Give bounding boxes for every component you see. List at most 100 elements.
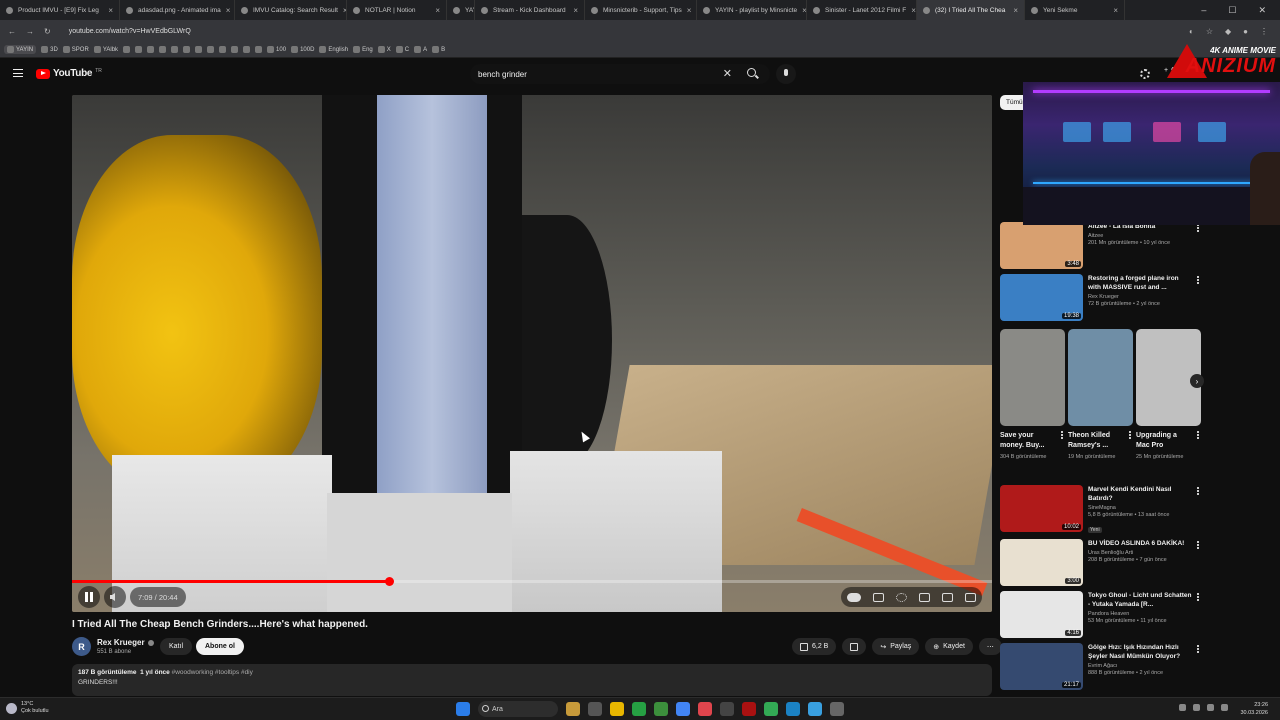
recommended-channel[interactable]: Evrim Ağacı [1088,663,1193,669]
short-item[interactable]: Upgrading a Mac Pro 25 Mn görüntüleme [1136,329,1201,461]
recommended-title[interactable]: Tokyo Ghoul - Licht und Schatten - Yutak… [1088,591,1193,609]
bookmark-item[interactable]: SPOR [62,46,89,53]
share-button[interactable]: ↪ Paylaş [872,638,920,655]
bookmark-icon[interactable] [135,46,143,53]
recommended-channel[interactable]: Uras Benlioğlu Arti [1088,550,1193,556]
browser-tab[interactable]: Minsnicterib - Support, Tips × [585,0,697,20]
url-field[interactable]: youtube.com/watch?v=HwVEdbGLWrQ [69,28,191,35]
close-tab-icon[interactable]: × [911,6,916,15]
save-button[interactable]: ⊕ Kaydet [925,638,973,655]
hashtags[interactable]: #woodworking #tooltips #diy [172,669,253,676]
start-icon[interactable] [456,702,470,716]
recommended-video[interactable]: 21:17 Gölge Hızı: Işık Hızından Hızlı Şey… [1000,643,1205,691]
translate-icon[interactable]: ◐ [1189,27,1194,36]
back-icon[interactable]: ← [8,27,16,36]
video-thumbnail[interactable]: 3:00 [1000,539,1083,586]
more-options-icon[interactable] [1129,431,1131,439]
bookmark-icon[interactable] [123,46,131,53]
video-thumbnail[interactable]: 21:17 [1000,643,1083,690]
close-tab-icon[interactable]: × [435,6,440,15]
browser-tab[interactable]: YAYIN [447,0,475,20]
close-tab-icon[interactable]: × [1013,6,1018,15]
recommended-video[interactable]: 19:38 Restoring a forged plane iron with … [1000,274,1205,322]
recommended-channel[interactable]: Aitzee [1088,233,1193,239]
weather-widget[interactable]: 13°C Çok bulutlu [6,701,49,715]
more-options-icon[interactable] [1197,487,1199,495]
bookmark-item[interactable]: X [377,46,391,53]
extensions-icon[interactable]: ◆ [1225,27,1231,36]
xbox-icon[interactable] [654,702,668,716]
video-thumbnail[interactable]: 10:02 [1000,485,1083,532]
channel-name[interactable]: Rex Krueger [97,638,154,647]
short-title[interactable]: Save your money. Buy... [1000,431,1056,451]
settings-icon[interactable] [1140,69,1150,79]
more-options-icon[interactable] [1197,224,1199,232]
bookmark-star-icon[interactable]: ☆ [1206,27,1213,36]
more-options-icon[interactable] [1197,431,1199,439]
app-icon[interactable] [764,702,778,716]
minimize-icon[interactable]: – [1201,5,1206,16]
browser-tab[interactable]: Sinister - Lanet 2012 Filmi F × [807,0,917,20]
like-button[interactable]: 6,2 B [792,638,837,655]
video-thumbnail[interactable]: 3:48 [1000,222,1083,269]
dislike-button[interactable] [842,638,867,655]
bookmark-icon[interactable] [159,46,167,53]
speaker-icon[interactable] [1207,704,1214,711]
bookmark-item[interactable]: B [432,46,445,53]
subtitles-icon[interactable] [873,592,884,602]
chevron-up-icon[interactable] [1179,704,1186,711]
browser-tab[interactable]: (32) I Tried All The Chea × [917,0,1025,20]
maximize-icon[interactable]: ☐ [1228,5,1236,16]
more-actions-button[interactable]: ⋯ [978,638,1002,655]
channel-avatar[interactable]: R [72,637,91,656]
subscribe-button[interactable]: Abone ol [196,638,244,655]
close-window-icon[interactable]: ✕ [1258,5,1266,16]
file-explorer-icon[interactable] [610,702,624,716]
bookmark-icon[interactable] [147,46,155,53]
short-thumbnail[interactable] [1000,329,1065,426]
widgets-icon[interactable] [566,702,580,716]
pause-button[interactable] [78,586,100,608]
browser-tab[interactable]: IMVU Catalog: Search Result× [235,0,347,20]
more-options-icon[interactable] [1061,431,1063,439]
close-tab-icon[interactable]: × [687,6,692,15]
recommended-title[interactable]: Gölge Hızı: Işık Hızından Hızlı Şeyler N… [1088,643,1193,661]
more-options-icon[interactable] [1197,645,1199,653]
miniplayer-icon[interactable] [919,592,930,602]
bookmark-icon[interactable] [183,46,191,53]
fullscreen-icon[interactable] [965,592,976,602]
clear-search-icon[interactable]: ✕ [723,67,732,80]
short-thumbnail[interactable] [1068,329,1133,426]
video-thumbnail[interactable]: 19:38 [1000,274,1083,321]
recommended-title[interactable]: BU VİDEO ASLINDA 6 DAKİKA! [1088,539,1193,548]
more-options-icon[interactable] [1197,541,1199,549]
bookmark-item[interactable]: English [319,46,348,53]
recommended-channel[interactable]: SineMagna [1088,505,1193,511]
bookmark-item[interactable]: 100D [291,46,314,53]
close-tab-icon[interactable]: × [108,6,113,15]
video-player[interactable]: 7:09 / 20:44 [72,95,992,612]
close-tab-icon[interactable]: × [1113,6,1118,15]
bookmark-icon[interactable] [207,46,215,53]
bookmark-icon[interactable] [243,46,251,53]
bookmark-item[interactable]: A [414,46,427,53]
more-options-icon[interactable] [1197,593,1199,601]
browser-tab[interactable]: Yeni Sekme × [1025,0,1125,20]
close-tab-icon[interactable]: × [573,6,578,15]
short-item[interactable]: Theon Killed Ramsey's ... 19 Mn görüntüle… [1068,329,1133,461]
short-title[interactable]: Upgrading a Mac Pro [1136,431,1192,451]
reload-icon[interactable]: ↻ [44,27,51,36]
autoplay-toggle-icon[interactable] [847,592,861,602]
terminal-icon[interactable] [720,702,734,716]
spotify-icon[interactable] [632,702,646,716]
player-settings-icon[interactable] [896,592,907,602]
recommended-title[interactable]: Restoring a forged plane iron with MASSI… [1088,274,1193,292]
video-thumbnail[interactable]: 4:16 [1000,591,1083,638]
short-title[interactable]: Theon Killed Ramsey's ... [1068,431,1124,451]
forward-icon[interactable]: → [26,27,34,36]
bookmark-item[interactable]: YAlbk [93,46,118,53]
bookmark-icon[interactable] [231,46,239,53]
recommended-video[interactable]: 10:02 Marvel Kendi Kendini Nasıl Batırdı?… [1000,485,1205,533]
browser-tab[interactable]: Product IMVU - [E9] Fix Leg × [0,0,120,20]
bookmark-item[interactable]: 3D [41,46,58,53]
